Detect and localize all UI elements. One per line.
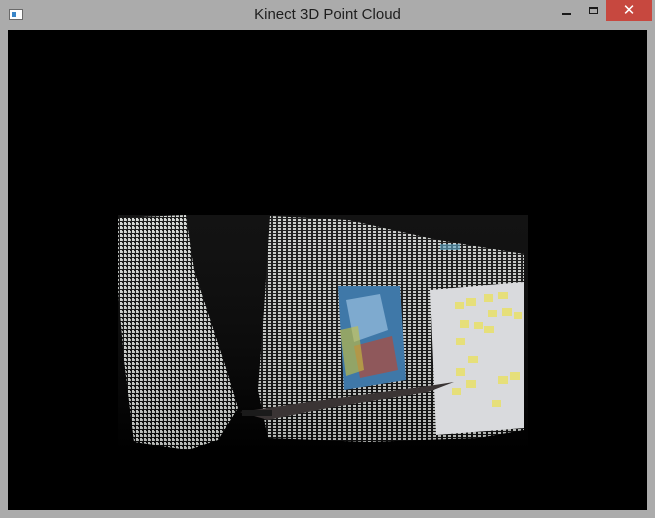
minimize-button[interactable] (553, 0, 580, 21)
app-window: Kinect 3D Point Cloud ✕ (0, 0, 655, 518)
point-cloud-viewport[interactable] (8, 30, 647, 510)
close-button[interactable]: ✕ (606, 0, 652, 21)
minimize-icon (562, 12, 571, 15)
close-icon: ✕ (622, 2, 636, 19)
point-cloud-render (118, 215, 528, 450)
maximize-icon (588, 7, 598, 14)
title-bar[interactable]: Kinect 3D Point Cloud ✕ (0, 0, 655, 30)
maximize-button[interactable] (580, 0, 606, 21)
